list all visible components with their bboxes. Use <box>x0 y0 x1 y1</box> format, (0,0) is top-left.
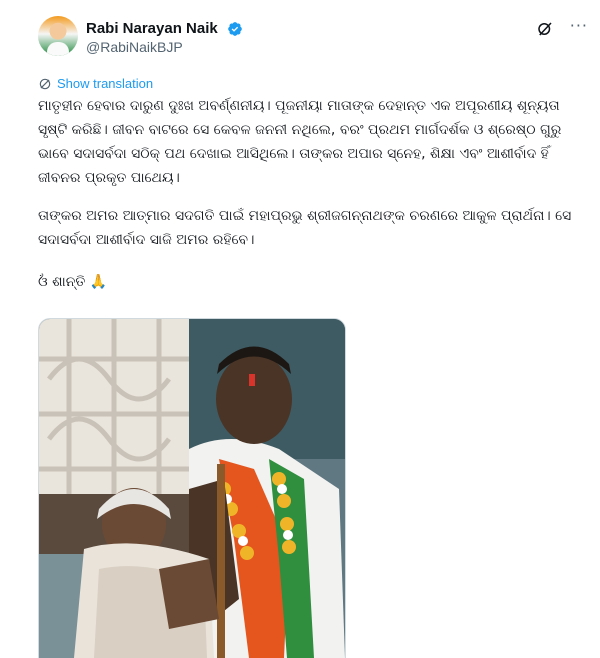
post-paragraph-3: ଓଁ ଶାନ୍ତି 🙏 <box>38 274 108 290</box>
translate-icon <box>39 78 51 89</box>
post-card: Rabi Narayan Naik @RabiNaikBJP ··· Show … <box>0 0 600 658</box>
author-name[interactable]: Rabi Narayan Naik <box>86 20 218 37</box>
author-name-row: Rabi Narayan Naik <box>86 18 243 37</box>
show-translation-label: Show translation <box>57 76 154 91</box>
author-handle[interactable]: @RabiNaikBJP <box>86 39 183 55</box>
more-options-icon[interactable]: ··· <box>570 16 588 35</box>
post-photo[interactable] <box>38 318 346 658</box>
show-translation-link[interactable]: Show translation <box>38 76 153 91</box>
post-header: Rabi Narayan Naik @RabiNaikBJP ··· <box>38 14 588 62</box>
avatar-figure <box>47 42 69 56</box>
verified-badge-icon[interactable] <box>227 21 243 37</box>
post-paragraph-1: ମାତୃହୀନ ହେବାର ଦାରୁଣ ଦୁଃଖ ଅବର୍ଣ୍ଣନୀୟ। ପୂଜ… <box>38 98 566 186</box>
author-avatar[interactable] <box>38 16 78 56</box>
post-paragraph-2: ତାଙ୍କର ଅମର ଆତ୍ମାର ସଦଗତି ପାଇଁ ମହାପ୍ରଭୁ ଶ୍… <box>38 208 576 248</box>
post-text: ମାତୃହୀନ ହେବାର ଦାରୁଣ ଦୁଃଖ ଅବର୍ଣ୍ଣନୀୟ। ପୂଜ… <box>38 94 578 294</box>
grok-icon[interactable] <box>536 20 554 38</box>
